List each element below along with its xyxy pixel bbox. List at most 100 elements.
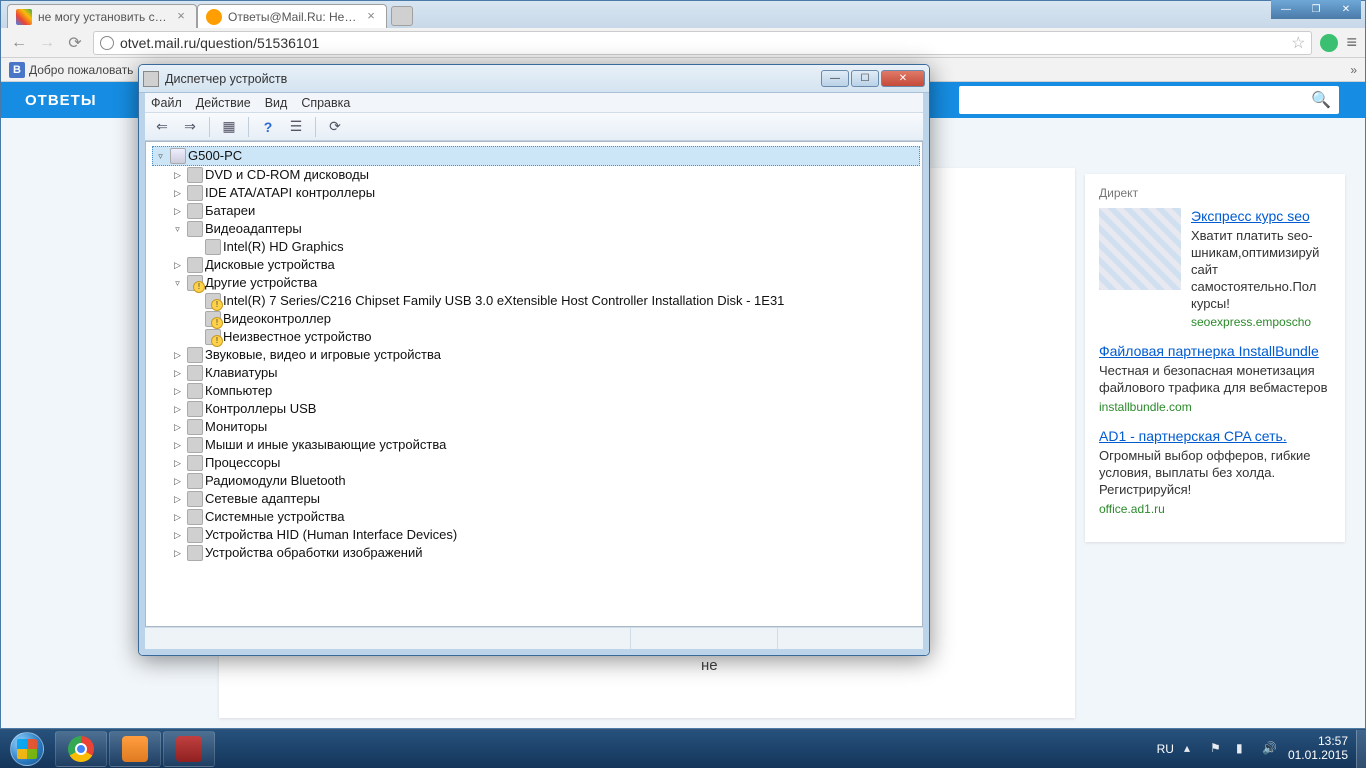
window-close-button[interactable]: ✕ (1331, 0, 1361, 19)
expander-icon[interactable]: ▷ (172, 188, 183, 199)
tree-node[interactable]: ▷Клавиатуры (170, 364, 920, 382)
app-icon (122, 736, 148, 762)
menu-view[interactable]: Вид (265, 96, 288, 110)
tree-node[interactable]: ▷DVD и CD-ROM дисководы (170, 166, 920, 184)
action-center-icon[interactable]: ⚑ (1210, 741, 1226, 757)
back-button[interactable]: ← (9, 33, 29, 53)
chrome-menu-icon[interactable]: ≡ (1346, 32, 1357, 53)
tb-properties-icon[interactable]: ☰ (285, 116, 307, 138)
dm-maximize-button[interactable]: ☐ (851, 70, 879, 87)
forward-button[interactable]: → (37, 33, 57, 53)
menu-file[interactable]: Файл (151, 96, 182, 110)
tb-forward-icon[interactable]: ⇒ (179, 116, 201, 138)
device-tree[interactable]: ▿ G500-PC ▷DVD и CD-ROM дисководы▷IDE AT… (145, 141, 923, 627)
search-input[interactable] (967, 92, 1311, 108)
tree-node[interactable]: ▷Видеоконтроллер (188, 310, 920, 328)
clock[interactable]: 13:57 01.01.2015 (1288, 735, 1348, 763)
bookmark-star-icon[interactable]: ☆ (1291, 33, 1305, 53)
expander-icon[interactable]: ▷ (172, 404, 183, 415)
expander-icon[interactable]: ▿ (172, 278, 183, 289)
tree-node[interactable]: ▷Устройства обработки изображений (170, 544, 920, 562)
expander-icon[interactable]: ▷ (172, 206, 183, 217)
ad-link[interactable]: Файловая партнерка InstallBundle (1099, 343, 1331, 359)
tb-back-icon[interactable]: ⇐ (151, 116, 173, 138)
dm-close-button[interactable]: ✕ (881, 70, 925, 87)
expander-icon[interactable]: ▷ (172, 548, 183, 559)
taskbar-item-app1[interactable] (109, 731, 161, 767)
menu-help[interactable]: Справка (301, 96, 350, 110)
expander-icon[interactable]: ▷ (172, 350, 183, 361)
expander-icon[interactable]: ▿ (155, 151, 166, 162)
tree-node[interactable]: ▷Компьютер (170, 382, 920, 400)
expander-icon[interactable]: ▷ (172, 170, 183, 181)
tree-node[interactable]: ▷Intel(R) HD Graphics (188, 238, 920, 256)
tb-help-icon[interactable]: ? (257, 116, 279, 138)
expander-icon[interactable]: ▷ (172, 368, 183, 379)
tree-node[interactable]: ▷Звуковые, видео и игровые устройства (170, 346, 920, 364)
tree-node[interactable]: ▷Intel(R) 7 Series/C216 Chipset Family U… (188, 292, 920, 310)
extension-icon[interactable] (1320, 34, 1338, 52)
expander-icon[interactable]: ▷ (172, 386, 183, 397)
expander-icon[interactable]: ▷ (172, 260, 183, 271)
tree-node-label: Устройства HID (Human Interface Devices) (205, 526, 457, 544)
tray-caret-icon[interactable]: ▴ (1184, 741, 1200, 757)
ad-domain[interactable]: office.ad1.ru (1099, 502, 1331, 516)
expander-icon[interactable]: ▷ (172, 440, 183, 451)
menu-action[interactable]: Действие (196, 96, 251, 110)
expander-icon[interactable]: ▷ (172, 530, 183, 541)
volume-icon[interactable]: 🔊 (1262, 741, 1278, 757)
tree-node[interactable]: ▷IDE ATA/ATAPI контроллеры (170, 184, 920, 202)
tree-root[interactable]: ▿ G500-PC (152, 146, 920, 166)
show-desktop-button[interactable] (1356, 730, 1366, 768)
expander-icon[interactable]: ▷ (172, 458, 183, 469)
tb-scan-icon[interactable]: ⟳ (324, 116, 346, 138)
bookmarks-overflow-icon[interactable]: » (1350, 63, 1357, 77)
omnibox[interactable]: otvet.mail.ru/question/51536101 ☆ (93, 31, 1312, 55)
language-indicator[interactable]: RU (1157, 742, 1174, 756)
tree-node[interactable]: ▿Другие устройства (170, 274, 920, 292)
expander-icon[interactable]: ▷ (172, 494, 183, 505)
tree-node[interactable]: ▷Мониторы (170, 418, 920, 436)
tab-google[interactable]: не могу установить chips… × (7, 4, 197, 28)
tree-node[interactable]: ▿Видеоадаптеры (170, 220, 920, 238)
bookmark-item-vk[interactable]: B Добро пожаловать (9, 62, 133, 78)
device-manager-icon (143, 71, 159, 87)
tab-close-icon[interactable]: × (364, 10, 378, 24)
network-icon[interactable]: ▮ (1236, 741, 1252, 757)
vk-icon: B (9, 62, 25, 78)
search-icon[interactable]: 🔍 (1311, 90, 1331, 110)
tree-node[interactable]: ▷Сетевые адаптеры (170, 490, 920, 508)
tb-show-hidden-icon[interactable]: ▦ (218, 116, 240, 138)
tree-node[interactable]: ▷Системные устройства (170, 508, 920, 526)
tab-mailru[interactable]: Ответы@Mail.Ru: Не мог… × (197, 4, 387, 28)
ad-link[interactable]: Экспресс курс seo (1191, 208, 1331, 224)
sidebar-title: Директ (1099, 186, 1331, 200)
tree-node[interactable]: ▷Процессоры (170, 454, 920, 472)
window-restore-button[interactable]: ❐ (1301, 0, 1331, 19)
tree-node[interactable]: ▷Батареи (170, 202, 920, 220)
expander-icon[interactable]: ▷ (172, 476, 183, 487)
reload-button[interactable]: ⟳ (65, 33, 85, 53)
tree-node[interactable]: ▷Дисковые устройства (170, 256, 920, 274)
tree-node[interactable]: ▷Контроллеры USB (170, 400, 920, 418)
search-box[interactable]: 🔍 (959, 86, 1339, 114)
tree-node[interactable]: ▷Радиомодули Bluetooth (170, 472, 920, 490)
other-icon (205, 311, 221, 327)
dm-titlebar[interactable]: Диспетчер устройств — ☐ ✕ (139, 65, 929, 93)
expander-icon[interactable]: ▷ (172, 512, 183, 523)
tree-node[interactable]: ▷ Устройства HID (Human Interface Devices… (170, 526, 920, 544)
taskbar-item-chrome[interactable] (55, 731, 107, 767)
dm-minimize-button[interactable]: — (821, 70, 849, 87)
expander-icon[interactable]: ▷ (172, 422, 183, 433)
tree-node[interactable]: ▷Неизвестное устройство (188, 328, 920, 346)
tree-node[interactable]: ▷Мыши и иные указывающие устройства (170, 436, 920, 454)
ad-domain[interactable]: installbundle.com (1099, 400, 1331, 414)
start-button[interactable] (0, 730, 54, 768)
tab-close-icon[interactable]: × (174, 10, 188, 24)
window-minimize-button[interactable]: — (1271, 0, 1301, 19)
expander-icon[interactable]: ▿ (172, 224, 183, 235)
new-tab-button[interactable] (391, 6, 413, 26)
ad-link[interactable]: AD1 - партнерская CPA сеть. (1099, 428, 1331, 444)
taskbar-item-app2[interactable] (163, 731, 215, 767)
ad-domain[interactable]: seoexpress.emposcho (1191, 315, 1331, 329)
